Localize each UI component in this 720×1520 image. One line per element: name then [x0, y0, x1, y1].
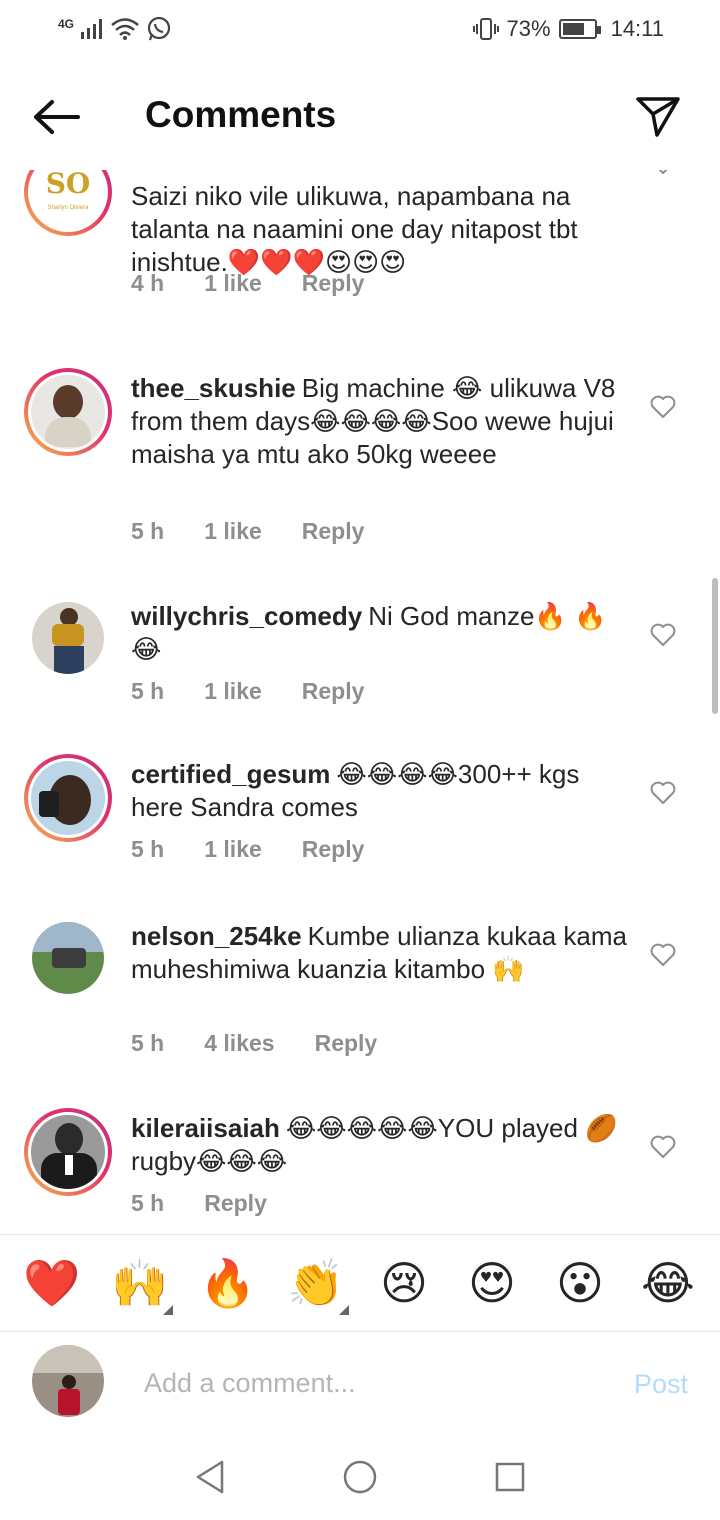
battery-icon [558, 19, 601, 39]
avatar-logo-text: SO [45, 170, 91, 200]
avatar[interactable]: SO Sharlyn Olivera [24, 170, 112, 236]
comment-time: 5 h [131, 678, 165, 704]
share-button[interactable] [632, 92, 684, 142]
comment-likes[interactable]: 1 like [204, 836, 262, 863]
like-button[interactable] [648, 620, 678, 650]
like-button[interactable] [648, 1132, 678, 1162]
comment-text: certified_gesum 😂😂😂😂300++ kgs here Sandra… [131, 759, 580, 822]
vibrate-icon [472, 18, 499, 40]
comment-meta: 5 h 4 likes Reply [131, 1030, 377, 1057]
like-button[interactable] [648, 392, 678, 422]
comment-username[interactable]: kileraiisaiah [131, 1113, 280, 1143]
nav-recents-button[interactable] [490, 1457, 530, 1497]
reply-button[interactable]: Reply [315, 1030, 378, 1057]
heart-outline-icon [650, 1135, 676, 1158]
reply-button[interactable]: Reply [302, 270, 365, 297]
emoji-raised-hands-button[interactable]: 🙌 [105, 1253, 175, 1315]
comment-likes[interactable]: 1 like [204, 678, 262, 705]
page-title: Comments [145, 94, 337, 135]
like-button[interactable] [648, 170, 678, 178]
emoji-crying-button[interactable]: 😢 [369, 1253, 439, 1313]
comment-text: willychris_comedy Ni God manze🔥 🔥 😂 [131, 601, 607, 664]
paper-plane-icon [636, 97, 680, 137]
network-type: 4G [58, 17, 75, 31]
reply-button[interactable]: Reply [302, 678, 365, 705]
status-right: 73% 14:11 [472, 16, 664, 42]
comment-text: nelson_254ke Kumbe ulianza kukaa kama muh… [131, 921, 627, 984]
triangle-back-icon [196, 1460, 224, 1494]
heart-outline-icon [658, 170, 668, 174]
comment-input[interactable] [144, 1363, 584, 1403]
comment-time: 5 h [131, 1190, 165, 1216]
system-nav-bar [0, 1434, 720, 1520]
comment-meta: 5 h 1 like Reply [131, 678, 364, 705]
reply-button[interactable]: Reply [302, 836, 365, 863]
comment-composer: Post [0, 1333, 720, 1433]
comment-username[interactable]: thee_skushie [131, 373, 296, 403]
emoji-fire-button[interactable]: 🔥 [193, 1253, 263, 1313]
heart-outline-icon [650, 395, 676, 418]
nav-home-button[interactable] [340, 1457, 380, 1497]
status-bar: 4G 73% 14:11 [0, 0, 720, 62]
avatar[interactable] [24, 1108, 112, 1196]
post-button[interactable]: Post [634, 1369, 688, 1400]
emoji-heart-eyes-button[interactable]: 😍 [457, 1253, 527, 1313]
comment-meta: 5 h Reply [131, 1190, 267, 1217]
avatar[interactable] [32, 922, 104, 994]
comment-time: 5 h [131, 518, 165, 544]
avatar[interactable] [24, 754, 112, 842]
heart-outline-icon [650, 781, 676, 804]
reply-button[interactable]: Reply [204, 1190, 267, 1217]
comment-likes[interactable]: 1 like [204, 270, 262, 297]
comment-likes[interactable]: 4 likes [204, 1030, 274, 1057]
comment-time: 5 h [131, 1030, 165, 1056]
comment-time: 5 h [131, 836, 165, 862]
avatar[interactable] [24, 368, 112, 456]
user-avatar [32, 1345, 104, 1417]
skin-tone-indicator [339, 1305, 349, 1315]
comment-username[interactable]: certified_gesum [131, 759, 330, 789]
back-button[interactable] [28, 92, 84, 142]
battery-percent: 73% [506, 16, 551, 41]
header: Comments [0, 62, 720, 170]
reply-button[interactable]: Reply [302, 518, 365, 545]
heart-outline-icon [650, 623, 676, 646]
scrollbar[interactable] [712, 578, 718, 714]
whatsapp-icon [147, 16, 171, 41]
like-button[interactable] [648, 940, 678, 970]
emoji-clap-button[interactable]: 👏 [281, 1253, 351, 1315]
signal-icon [81, 19, 103, 39]
comment-time: 4 h [131, 270, 165, 296]
emoji-quick-bar: ❤️ 🙌 🔥 👏 😢 😍 😮 😂 [0, 1234, 720, 1332]
skin-tone-indicator [163, 1305, 173, 1315]
comment-meta: 4 h 1 like Reply [131, 270, 364, 297]
comment-likes[interactable]: 1 like [204, 518, 262, 545]
comment-meta: 5 h 1 like Reply [131, 518, 364, 545]
square-recents-icon [495, 1462, 525, 1492]
nav-back-button[interactable] [190, 1457, 230, 1497]
heart-outline-icon [650, 943, 676, 966]
emoji-surprised-button[interactable]: 😮 [545, 1253, 615, 1313]
wifi-icon [111, 18, 139, 40]
comment-text: thee_skushie Big machine 😂 ulikuwa V8 fro… [131, 373, 616, 469]
arrow-left-icon [34, 100, 80, 134]
comment-text: kileraiisaiah 😂😂😂😂😂YOU played 🏉 rugby😂😂😂 [131, 1113, 618, 1176]
avatar-logo-caption: Sharlyn Olivera [47, 205, 89, 211]
comment-username[interactable]: willychris_comedy [131, 601, 362, 631]
circle-home-icon [343, 1460, 377, 1494]
comment-meta: 5 h 1 like Reply [131, 836, 364, 863]
emoji-laughing-button[interactable]: 😂 [633, 1253, 703, 1313]
emoji-heart-button[interactable]: ❤️ [17, 1253, 87, 1313]
comment-text: Saizi niko vile ulikuwa, napambana na ta… [131, 181, 578, 277]
comment-username[interactable]: nelson_254ke [131, 921, 302, 951]
avatar[interactable] [32, 602, 104, 674]
like-button[interactable] [648, 778, 678, 808]
clock: 14:11 [610, 16, 664, 41]
comments-list[interactable]: SO Sharlyn Olivera Saizi niko vile uliku… [0, 170, 720, 1232]
status-left: 4G [58, 16, 172, 42]
